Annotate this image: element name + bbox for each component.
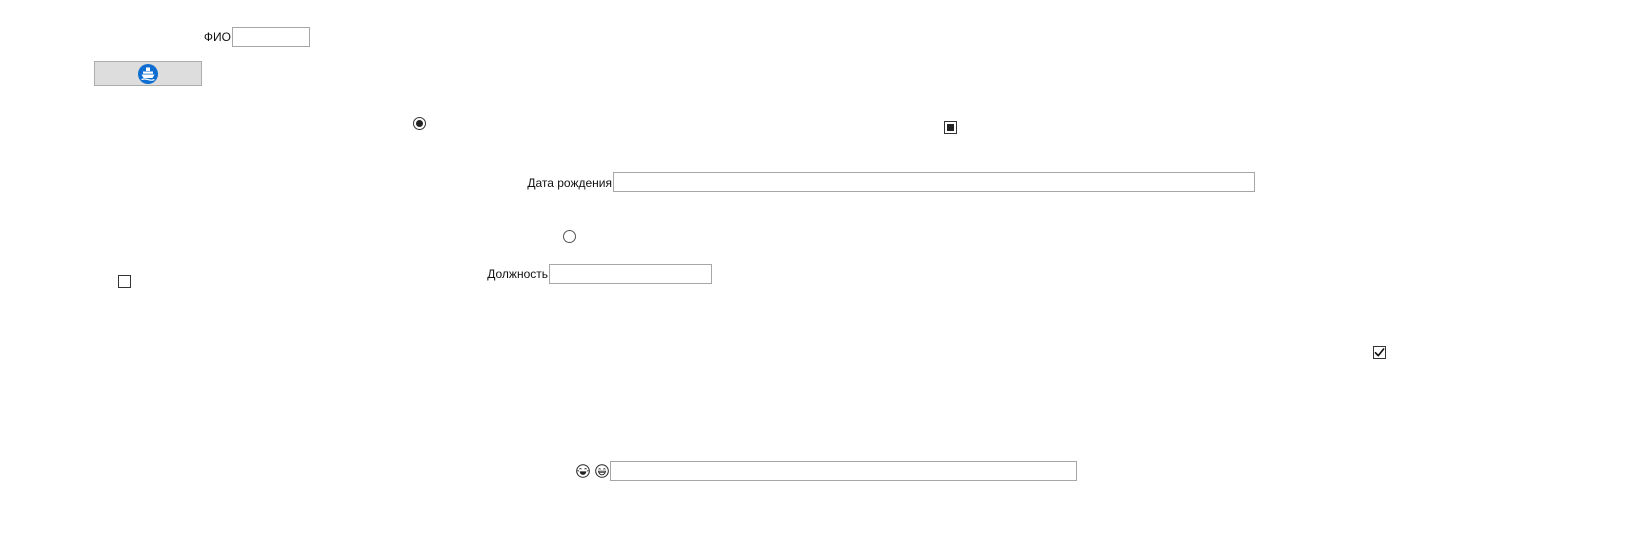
checkbox-indeterminate-fill bbox=[947, 124, 954, 131]
radio-dot bbox=[416, 120, 423, 127]
fio-field[interactable] bbox=[232, 27, 310, 47]
checkbox-checked[interactable] bbox=[1373, 346, 1386, 359]
checkmark-icon bbox=[1374, 347, 1385, 358]
form-window: ФИО Дата рождения Должность bbox=[0, 0, 1652, 547]
checkbox-indeterminate[interactable] bbox=[944, 121, 957, 134]
radio-option-checked[interactable] bbox=[413, 117, 426, 130]
grinning-face-icon bbox=[595, 464, 609, 478]
icon-button[interactable] bbox=[94, 61, 202, 86]
position-label: Должность bbox=[487, 267, 548, 281]
fio-label: ФИО bbox=[203, 30, 231, 44]
extra-text-field[interactable] bbox=[610, 461, 1077, 481]
birth-date-field[interactable] bbox=[613, 172, 1255, 192]
laughing-face-icon bbox=[576, 464, 590, 478]
ship-icon bbox=[138, 63, 158, 84]
position-field[interactable] bbox=[549, 264, 712, 284]
checkbox-unchecked[interactable] bbox=[118, 275, 131, 288]
birth-date-label: Дата рождения bbox=[527, 176, 612, 190]
radio-option-unchecked[interactable] bbox=[563, 230, 576, 243]
